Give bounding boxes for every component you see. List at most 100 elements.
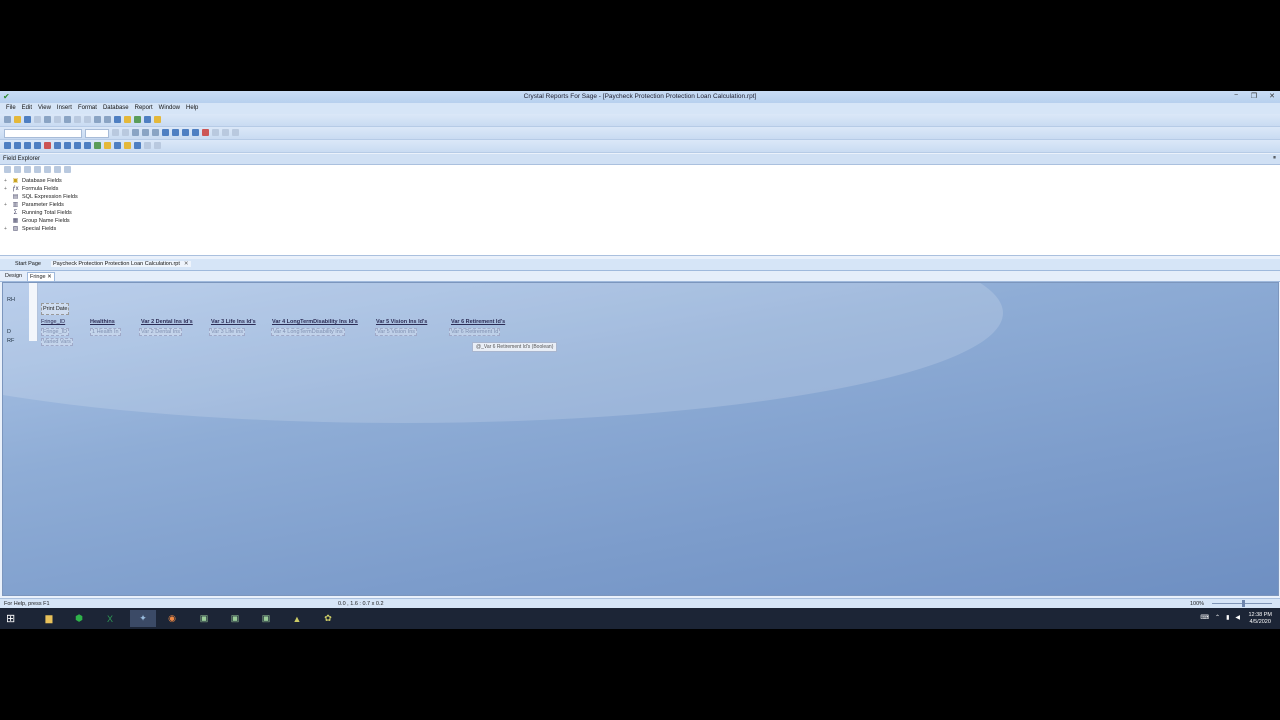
menu-edit[interactable]: Edit: [19, 103, 35, 114]
insert-map-icon[interactable]: [94, 142, 101, 149]
export-icon[interactable]: [54, 116, 61, 123]
currency-icon[interactable]: [222, 129, 229, 136]
section-label-report-footer[interactable]: RF: [7, 338, 14, 344]
vision-ins-field[interactable]: Var 5 Vision Ins: [375, 328, 418, 336]
align-center-icon[interactable]: [172, 129, 179, 136]
file-explorer-icon[interactable]: ▆: [36, 610, 62, 627]
chevron-up-icon[interactable]: ⌃: [1215, 614, 1220, 621]
delete-icon[interactable]: [64, 166, 71, 173]
insert-text-icon[interactable]: [4, 142, 11, 149]
minimize-button[interactable]: −: [1232, 92, 1240, 100]
preview-icon[interactable]: [44, 116, 51, 123]
bold-icon[interactable]: [132, 129, 139, 136]
pin-icon[interactable]: ⏸: [1273, 155, 1276, 162]
tree-item-running-total-fields[interactable]: Σ Running Total Fields: [4, 209, 72, 217]
undo-icon[interactable]: [94, 116, 101, 123]
app-icon-2[interactable]: ▣: [222, 610, 248, 627]
volume-icon[interactable]: ◀: [1235, 614, 1240, 621]
retirement-field[interactable]: Var 6 Retirement Id: [449, 328, 501, 336]
expand-icon[interactable]: +: [4, 186, 9, 192]
prev-page-icon[interactable]: [154, 142, 161, 149]
fringe-id-field[interactable]: Fringe_ID: [41, 328, 70, 336]
report-design-canvas[interactable]: RH D RF Print Date Fringe_ID Healthins V…: [2, 282, 1279, 596]
insert-picture-icon[interactable]: [74, 142, 81, 149]
select-expert-icon[interactable]: [124, 116, 131, 123]
new-icon[interactable]: [4, 116, 11, 123]
ltd-ins-field[interactable]: Var 4 LongTermDisability Ins: [271, 328, 345, 336]
fringe-id-header[interactable]: Fringe_ID: [41, 319, 65, 325]
app-green-icon[interactable]: ⬢: [66, 610, 92, 627]
insert-line-icon[interactable]: [54, 142, 61, 149]
menu-view[interactable]: View: [35, 103, 54, 114]
menu-file[interactable]: File: [3, 103, 19, 114]
increase-font-icon[interactable]: [112, 129, 119, 136]
app-icon-1[interactable]: ▣: [191, 610, 217, 627]
new-field-icon[interactable]: [24, 166, 31, 173]
highlight-icon[interactable]: [124, 142, 131, 149]
close-tab-icon[interactable]: ✕: [184, 261, 189, 267]
font-size-dropdown[interactable]: [85, 129, 109, 138]
lock-format-icon[interactable]: [104, 142, 111, 149]
retirement-header[interactable]: Var 6 Retirement Id's: [451, 319, 505, 325]
underline-icon[interactable]: [152, 129, 159, 136]
taskbar-clock[interactable]: 12:38 PM 4/5/2020: [1248, 612, 1272, 626]
insert-group-icon[interactable]: [14, 142, 21, 149]
chrome-icon[interactable]: ◉: [159, 610, 185, 627]
menu-window[interactable]: Window: [156, 103, 183, 114]
formula-workshop-icon[interactable]: [144, 116, 151, 123]
print-date-field[interactable]: Print Date: [41, 303, 70, 315]
vision-ins-header[interactable]: Var 5 Vision Ins Id's: [376, 319, 427, 325]
close-button[interactable]: ✕: [1268, 92, 1276, 100]
expand-icon[interactable]: +: [4, 178, 9, 184]
section-label-details[interactable]: D: [7, 329, 11, 335]
ltd-ins-header[interactable]: Var 4 LongTermDisability Ins Id's: [272, 319, 358, 325]
app-icon-5[interactable]: ✿: [315, 610, 341, 627]
font-color-icon[interactable]: [202, 129, 209, 136]
life-ins-header[interactable]: Var 3 Life Ins Id's: [211, 319, 256, 325]
redo-icon[interactable]: [104, 116, 111, 123]
insert-summary-icon[interactable]: [24, 142, 31, 149]
varied-vars-field[interactable]: Varied Vars: [41, 338, 73, 346]
tree-item-special-fields[interactable]: + ▧ Special Fields: [4, 225, 56, 233]
insert-box-icon[interactable]: [64, 142, 71, 149]
print-icon[interactable]: [34, 116, 41, 123]
tree-item-parameter-fields[interactable]: + ▥ Parameter Fields: [4, 201, 64, 209]
health-ins-field[interactable]: 1 Health In: [90, 328, 121, 336]
tab-design[interactable]: Design: [3, 272, 24, 280]
life-ins-field[interactable]: Var 3 Life Ins: [209, 328, 245, 336]
menu-help[interactable]: Help: [183, 103, 201, 114]
section-label-report-header[interactable]: RH: [7, 297, 15, 303]
close-tab-icon[interactable]: ✕: [47, 274, 52, 280]
expand-icon[interactable]: +: [4, 226, 9, 232]
tab-report-file[interactable]: Paycheck Protection Protection Loan Calc…: [51, 261, 191, 267]
insert-subreport-icon[interactable]: [44, 142, 51, 149]
tree-item-database-fields[interactable]: + ▣ Database Fields: [4, 177, 62, 185]
rename-icon[interactable]: [54, 166, 61, 173]
app-icon-3[interactable]: ▣: [253, 610, 279, 627]
tree-item-formula-fields[interactable]: + ƒx Formula Fields: [4, 185, 58, 193]
windows-start-icon[interactable]: ⊞: [6, 613, 18, 625]
align-right-icon[interactable]: [182, 129, 189, 136]
menu-database[interactable]: Database: [100, 103, 132, 114]
insert-to-report-icon[interactable]: [4, 166, 11, 173]
insert-chart-icon[interactable]: [84, 142, 91, 149]
tree-item-sql-expression-fields[interactable]: ▤ SQL Expression Fields: [4, 193, 78, 201]
copy-icon[interactable]: [74, 116, 81, 123]
field-explorer-icon[interactable]: [154, 116, 161, 123]
menu-insert[interactable]: Insert: [54, 103, 75, 114]
save-icon[interactable]: [24, 116, 31, 123]
tab-fringe[interactable]: Fringe ✕: [27, 272, 55, 281]
decrease-font-icon[interactable]: [122, 129, 129, 136]
expand-icon[interactable]: +: [4, 202, 9, 208]
justify-icon[interactable]: [192, 129, 199, 136]
keyboard-icon[interactable]: ⌨: [1200, 614, 1209, 621]
align-left-icon[interactable]: [162, 129, 169, 136]
dental-ins-header[interactable]: Var 2 Dental Ins Id's: [141, 319, 193, 325]
cut-icon[interactable]: [64, 116, 71, 123]
border-icon[interactable]: [212, 129, 219, 136]
tab-start-page[interactable]: Start Page: [15, 261, 41, 267]
healthins-header[interactable]: Healthins: [90, 319, 115, 325]
paste-icon[interactable]: [84, 116, 91, 123]
duplicate-icon[interactable]: [44, 166, 51, 173]
open-icon[interactable]: [14, 116, 21, 123]
